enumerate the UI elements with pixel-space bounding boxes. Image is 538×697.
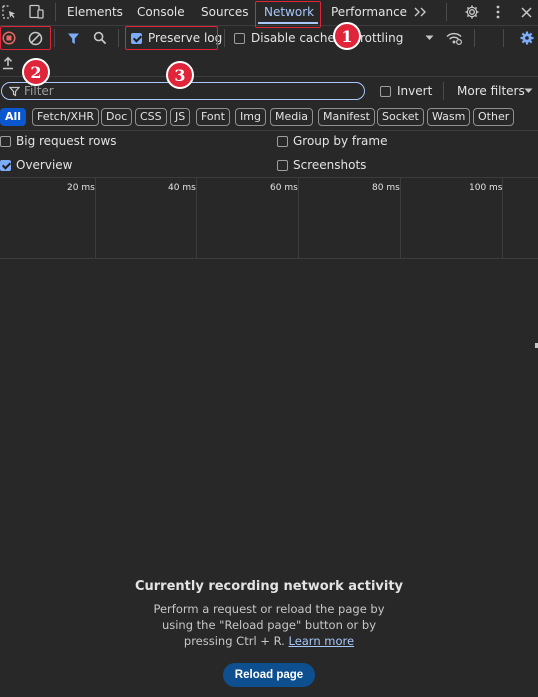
annotation-badge: 2 <box>22 58 50 86</box>
big-request-rows-checkbox[interactable] <box>0 136 11 147</box>
chip-doc[interactable]: Doc <box>101 108 133 126</box>
empty-state-body: Perform a request or reload the page by … <box>140 601 398 649</box>
chip-css[interactable]: CSS <box>135 108 167 126</box>
search-icon[interactable] <box>91 29 109 47</box>
import-har-icon[interactable] <box>0 54 16 72</box>
invert-checkbox[interactable] <box>380 86 391 97</box>
filter-funnel-icon <box>7 84 21 98</box>
tab-elements[interactable]: Elements <box>67 0 123 24</box>
screenshots-label[interactable]: Screenshots <box>293 158 366 172</box>
more-filters-button[interactable]: More filters <box>457 84 525 98</box>
screenshots-checkbox[interactable] <box>277 160 288 171</box>
disable-cache-label[interactable]: Disable cache <box>251 31 335 45</box>
tab-performance[interactable]: Performance <box>331 0 407 24</box>
chip-fetch-xhr[interactable]: Fetch/XHR <box>32 108 99 126</box>
chip-media[interactable]: Media <box>270 108 314 126</box>
more-tabs-icon[interactable] <box>410 2 430 22</box>
filter-icon[interactable] <box>64 29 82 47</box>
overview-checkbox[interactable] <box>0 160 11 171</box>
chip-js[interactable]: JS <box>170 108 191 126</box>
annotation-box-preserve-log <box>125 26 218 50</box>
close-icon[interactable] <box>516 2 536 22</box>
inspect-element-icon[interactable] <box>0 3 18 21</box>
throttling-select[interactable]: rottling <box>360 31 403 45</box>
annotation-box-network-tab <box>255 1 321 28</box>
grid-line <box>95 178 96 258</box>
invert-label[interactable]: Invert <box>397 84 432 98</box>
settings-icon[interactable] <box>462 2 482 22</box>
empty-state-title: Currently recording network activity <box>134 579 404 594</box>
disable-cache-checkbox[interactable] <box>234 33 245 44</box>
group-by-frame-label[interactable]: Group by frame <box>293 134 387 148</box>
tick-label: 100 ms <box>469 183 503 193</box>
more-options-icon[interactable] <box>490 2 506 22</box>
tick-label: 20 ms <box>67 183 95 193</box>
tab-console[interactable]: Console <box>137 0 185 24</box>
grid-line <box>400 178 401 258</box>
chip-wasm[interactable]: Wasm <box>427 108 471 126</box>
chip-manifest[interactable]: Manifest <box>318 108 375 126</box>
network-conditions-icon[interactable] <box>443 28 465 48</box>
chip-all[interactable]: All <box>0 108 27 126</box>
group-by-frame-checkbox[interactable] <box>277 136 288 147</box>
chip-font[interactable]: Font <box>196 108 230 126</box>
annotation-badge: 1 <box>333 22 361 50</box>
big-request-rows-label[interactable]: Big request rows <box>16 134 117 148</box>
dropdown-caret-icon[interactable] <box>422 31 436 45</box>
more-filters-caret-icon[interactable] <box>522 85 534 97</box>
chip-other[interactable]: Other <box>473 108 515 126</box>
tick-label: 80 ms <box>372 183 400 193</box>
learn-more-link[interactable]: Learn more <box>288 634 354 648</box>
tab-sources[interactable]: Sources <box>201 0 248 24</box>
annotation-box-record-clear <box>0 26 51 50</box>
tick-label: 60 ms <box>270 183 298 193</box>
tick-label: 40 ms <box>168 183 196 193</box>
network-settings-icon[interactable] <box>516 28 538 48</box>
chip-img[interactable]: Img <box>235 108 266 126</box>
annotation-badge: 3 <box>166 61 194 89</box>
overview-label[interactable]: Overview <box>16 158 73 172</box>
device-toolbar-icon[interactable] <box>26 3 46 21</box>
chip-socket[interactable]: Socket <box>377 108 424 126</box>
grid-line <box>196 178 197 258</box>
grid-line <box>298 178 299 258</box>
reload-page-button[interactable]: Reload page <box>223 663 315 687</box>
